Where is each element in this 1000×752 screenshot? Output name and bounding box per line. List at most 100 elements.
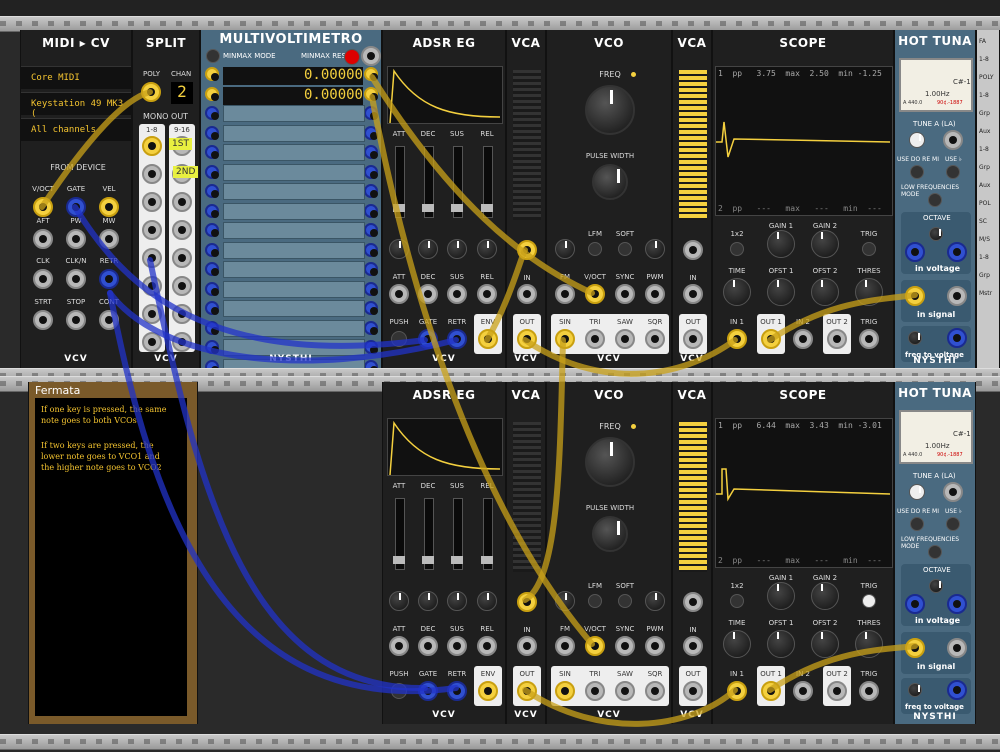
ofst2-knob[interactable] (811, 278, 839, 306)
vca-in-jack[interactable] (517, 284, 537, 304)
lfm-button[interactable] (588, 242, 602, 256)
tune-knob[interactable] (909, 132, 925, 148)
minmax-mode-button[interactable] (206, 49, 220, 63)
adsr-slider-rel[interactable] (481, 146, 493, 218)
push-button[interactable] (391, 683, 407, 699)
meter-input-jack-2[interactable] (205, 86, 219, 101)
octave-jack-2[interactable] (947, 594, 967, 614)
vca-out-jack[interactable] (517, 329, 537, 349)
freq-to-voltage-jack[interactable] (947, 328, 967, 348)
adsr-slider-att[interactable] (393, 498, 405, 570)
freq-to-voltage-jack[interactable] (947, 680, 967, 700)
thres-knob[interactable] (855, 278, 883, 306)
meter-input-jack-13[interactable] (205, 301, 219, 315)
sync-jack[interactable] (615, 284, 635, 304)
vca-cv-jack[interactable] (517, 592, 537, 612)
trig-button[interactable] (862, 594, 876, 608)
adsr-slider-att[interactable] (393, 146, 405, 218)
vca-out-jack[interactable] (683, 681, 703, 701)
soft-button[interactable] (618, 242, 632, 256)
octave-knob[interactable] (929, 579, 943, 593)
adsr-cv-knob-sus[interactable] (447, 239, 467, 259)
trig-jack-jack[interactable] (859, 681, 879, 701)
fm-knob[interactable] (555, 591, 575, 611)
out2-jack[interactable] (827, 681, 847, 701)
poly-input-jack[interactable] (141, 82, 161, 102)
mono-out-jack-1[interactable] (142, 136, 162, 156)
octave-jack-2[interactable] (947, 242, 967, 262)
gate-input-jack[interactable] (418, 681, 438, 701)
tri-output-jack[interactable] (585, 681, 605, 701)
adsr-cv-jack-sus[interactable] (447, 284, 467, 304)
mono-out-jack-16[interactable] (172, 332, 192, 352)
adsr-cv-knob-att[interactable] (389, 239, 409, 259)
fv-knob[interactable] (908, 331, 922, 345)
retr-input-jack[interactable] (447, 329, 467, 349)
midi-jack-stop[interactable] (66, 310, 86, 330)
vca-cv-jack[interactable] (683, 592, 703, 612)
adsr-cv-jack-dec[interactable] (418, 284, 438, 304)
reset-jack[interactable] (361, 46, 381, 66)
meter-input-jack-3[interactable] (205, 106, 219, 120)
meter-input-jack-1[interactable] (205, 67, 219, 81)
gain1-knob[interactable] (767, 230, 795, 258)
out2-jack[interactable] (827, 329, 847, 349)
mono-out-jack-6[interactable] (142, 276, 162, 296)
meter-input-jack-6[interactable] (205, 164, 219, 179)
thres-knob[interactable] (855, 630, 883, 658)
fm-jack[interactable] (555, 636, 575, 656)
in1-jack[interactable] (727, 681, 747, 701)
minmax-reset-button[interactable] (344, 49, 360, 65)
meter-output-jack-6[interactable] (364, 164, 378, 179)
mono-out-jack-11[interactable] (172, 192, 192, 212)
tri-output-jack[interactable] (585, 329, 605, 349)
in-signal-jack[interactable] (905, 286, 925, 306)
meter-output-jack-7[interactable] (364, 184, 378, 198)
lfm-button[interactable] (588, 594, 602, 608)
midi-device-select[interactable]: Keystation 49 MK3 ( (21, 92, 131, 119)
pwm-knob[interactable] (645, 591, 665, 611)
fm-jack[interactable] (555, 284, 575, 304)
vca-in-jack[interactable] (683, 284, 703, 304)
meter-output-jack-13[interactable] (364, 301, 378, 315)
signal-out-jack[interactable] (947, 286, 967, 306)
midi-jack-aft[interactable] (33, 229, 53, 249)
use-do-button[interactable] (910, 517, 924, 531)
freq-knob[interactable] (585, 85, 635, 135)
saw-output-jack[interactable] (615, 329, 635, 349)
midi-channel-select[interactable]: All channels (21, 118, 131, 141)
mono-out-jack-7[interactable] (142, 304, 162, 324)
tune-knob[interactable] (909, 484, 925, 500)
meter-output-jack-15[interactable] (364, 340, 378, 354)
mono-out-jack-13[interactable] (172, 248, 192, 268)
adsr-cv-knob-rel[interactable] (477, 591, 497, 611)
meter-output-jack-4[interactable] (364, 125, 378, 140)
mono-out-jack-15[interactable] (172, 304, 192, 324)
meter-output-jack-3[interactable] (364, 106, 378, 120)
ofst2-knob[interactable] (811, 630, 839, 658)
time-knob[interactable] (723, 278, 751, 306)
signal-out-jack[interactable] (947, 638, 967, 658)
midi-jack-vel[interactable] (99, 197, 119, 217)
octave-jack-1[interactable] (905, 594, 925, 614)
adsr-cv-jack-rel[interactable] (477, 636, 497, 656)
meter-input-jack-12[interactable] (205, 281, 219, 296)
gain1-knob[interactable] (767, 582, 795, 610)
fv-knob[interactable] (908, 683, 922, 697)
adsr-cv-jack-sus[interactable] (447, 636, 467, 656)
adsr-cv-knob-dec[interactable] (418, 591, 438, 611)
vca-in-jack[interactable] (683, 636, 703, 656)
meter-output-jack-2[interactable] (364, 86, 378, 101)
meter-input-jack-9[interactable] (205, 223, 219, 237)
midi-jack-retr[interactable] (99, 269, 119, 289)
meter-output-jack-9[interactable] (364, 223, 378, 237)
tune-cv-jack[interactable] (943, 130, 963, 150)
time-knob[interactable] (723, 630, 751, 658)
out1-jack[interactable] (761, 681, 781, 701)
octave-jack-1[interactable] (905, 242, 925, 262)
adsr-slider-sus[interactable] (451, 146, 463, 218)
meter-input-jack-15[interactable] (205, 340, 219, 354)
adsr-slider-dec[interactable] (422, 146, 434, 218)
adsr-slider-dec[interactable] (422, 498, 434, 570)
pulse-width-knob[interactable] (592, 164, 628, 200)
